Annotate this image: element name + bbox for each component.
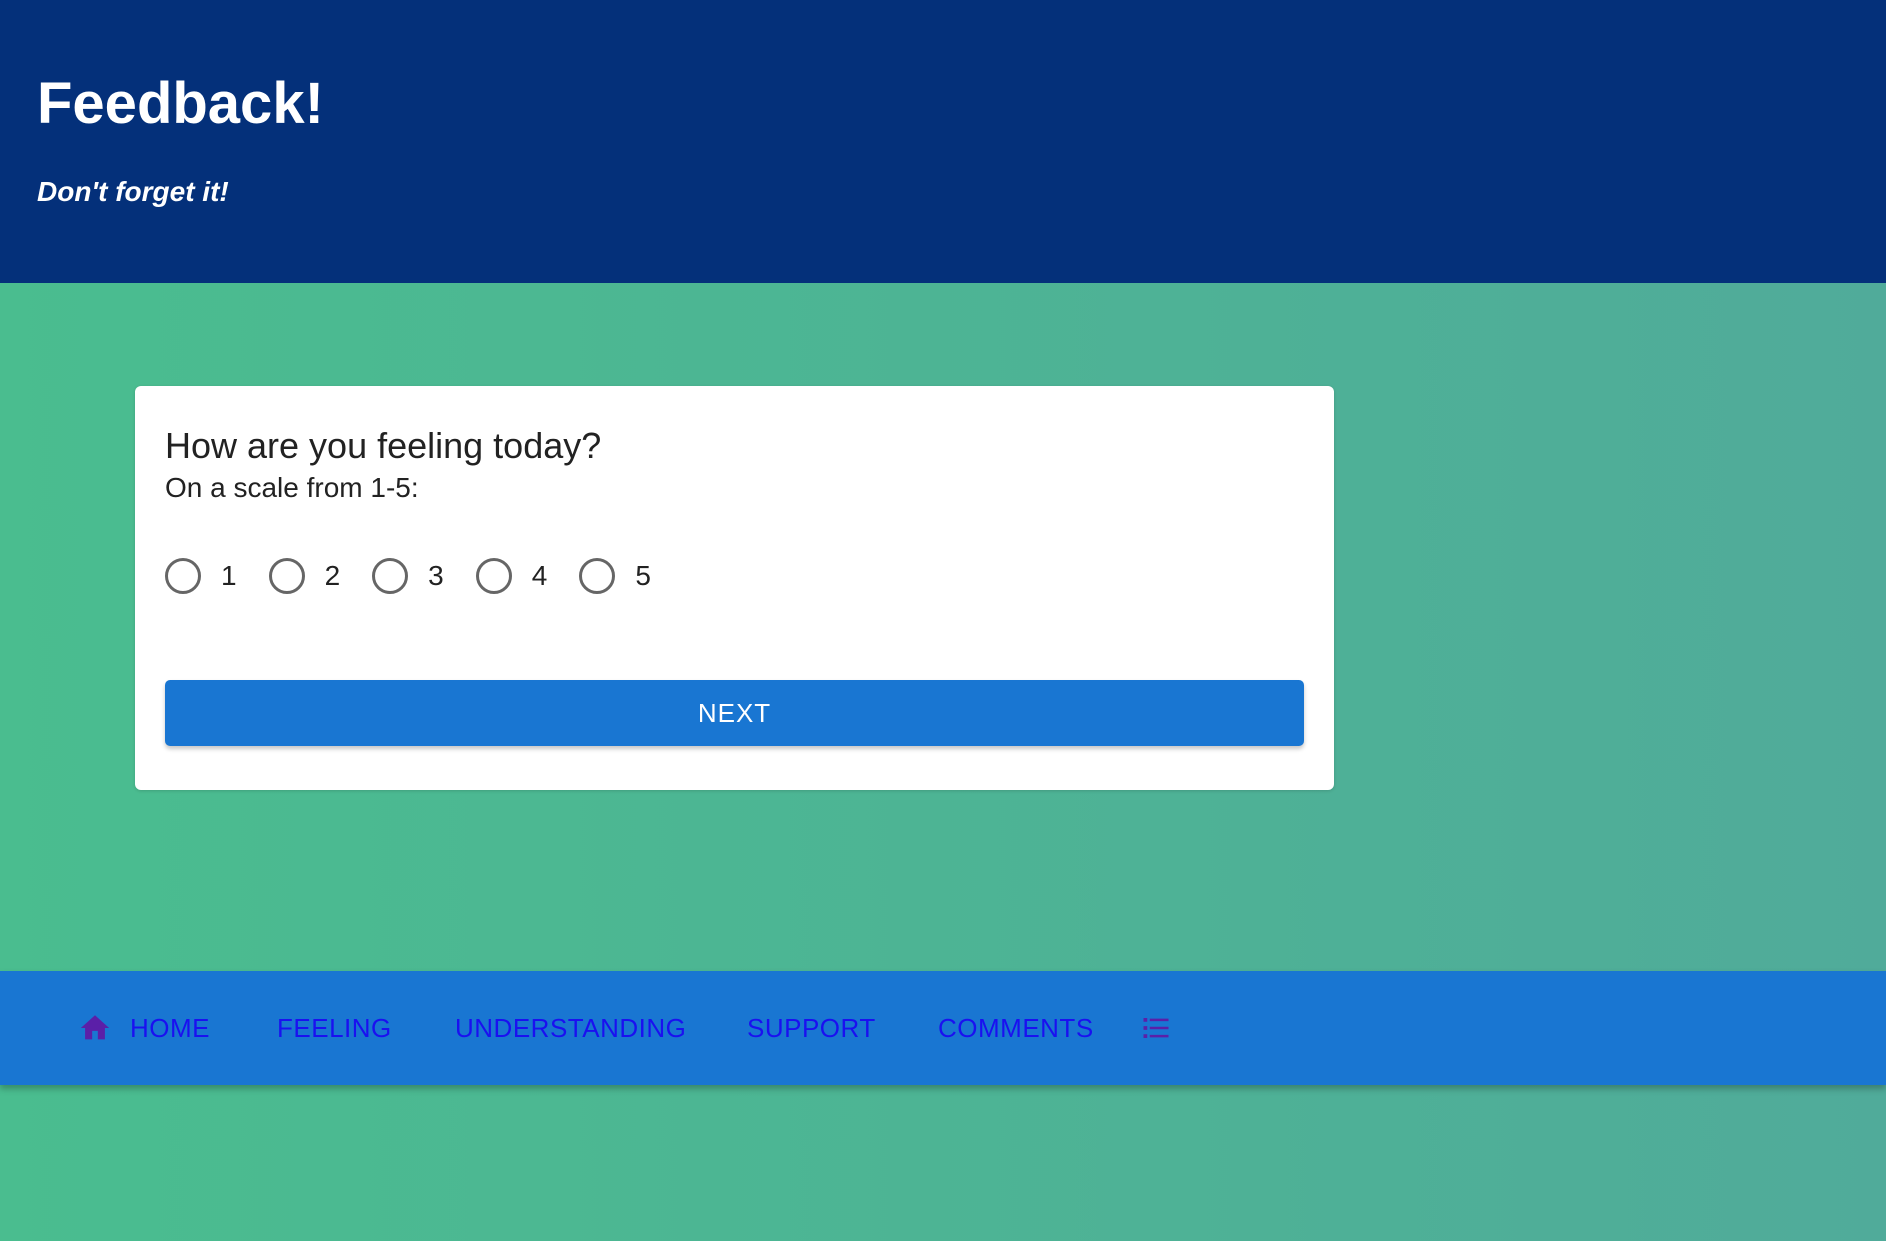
nav-item-home-label: HOME bbox=[130, 1012, 210, 1043]
scale-label: On a scale from 1-5: bbox=[165, 472, 419, 503]
radio-button-5[interactable] bbox=[579, 558, 616, 594]
list-icon bbox=[1143, 1018, 1169, 1038]
nav-item-comments-label: COMMENTS bbox=[938, 1012, 1094, 1043]
nav-item-home[interactable]: HOME bbox=[78, 971, 210, 1085]
radio-label-4: 4 bbox=[531, 560, 548, 591]
next-button[interactable]: NEXT bbox=[165, 680, 1304, 746]
nav-item-comments[interactable]: COMMENTS bbox=[938, 971, 1094, 1085]
nav-item-understanding[interactable]: UNDERSTANDING bbox=[455, 971, 686, 1085]
bottom-navigation: HOME FEELING UNDERSTANDING SUPPORT COMME… bbox=[0, 971, 1886, 1085]
page-title: Feedback! bbox=[37, 71, 324, 136]
radio-label-5: 5 bbox=[635, 560, 651, 591]
rating-option-1[interactable]: 1 bbox=[165, 558, 237, 594]
rating-option-5[interactable]: 5 bbox=[579, 558, 651, 594]
radio-button-3[interactable] bbox=[372, 558, 409, 594]
radio-label-2: 2 bbox=[324, 560, 341, 591]
nav-item-support[interactable]: SUPPORT bbox=[747, 971, 876, 1085]
home-icon bbox=[80, 1015, 110, 1040]
feedback-card: How are you feeling today? On a scale fr… bbox=[135, 386, 1334, 790]
nav-item-feeling[interactable]: FEELING bbox=[277, 971, 392, 1085]
page-subtitle: Don't forget it! bbox=[37, 176, 229, 207]
nav-item-understanding-label: UNDERSTANDING bbox=[455, 1012, 687, 1043]
radio-button-4[interactable] bbox=[475, 558, 512, 594]
question-text: How are you feeling today? bbox=[165, 425, 602, 466]
rating-option-4[interactable]: 4 bbox=[475, 558, 548, 594]
rating-option-2[interactable]: 2 bbox=[268, 558, 341, 594]
radio-button-2[interactable] bbox=[268, 558, 305, 594]
rating-option-3[interactable]: 3 bbox=[372, 558, 444, 594]
nav-item-support-label: SUPPORT bbox=[747, 1012, 876, 1043]
nav-item-list[interactable] bbox=[1141, 971, 1171, 1085]
rating-radio-group: 1 2 3 4 5 bbox=[165, 556, 683, 596]
radio-button-1[interactable] bbox=[165, 558, 201, 594]
app-header: Feedback! Don't forget it! bbox=[0, 0, 1886, 283]
nav-item-feeling-label: FEELING bbox=[277, 1012, 392, 1043]
radio-label-3: 3 bbox=[428, 560, 444, 591]
radio-label-1: 1 bbox=[221, 560, 237, 591]
